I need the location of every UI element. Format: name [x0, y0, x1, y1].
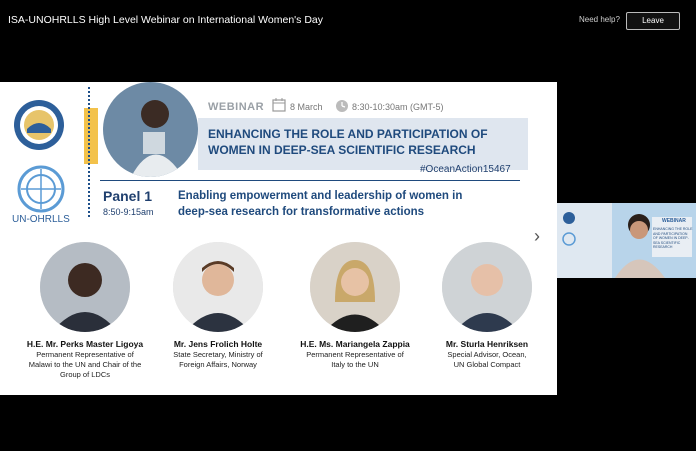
speaker-role-1: Permanent Representative of Malawi to th… [12, 350, 158, 380]
speaker-role-4: Special Advisor, Ocean, UN Global Compac… [432, 350, 542, 370]
speaker-role-2-line-2: Foreign Affairs, Norway [179, 360, 257, 369]
speaker-role-1-line-3: Group of LDCs [59, 370, 111, 379]
speaker-name-4: Mr. Sturla Henriksen [445, 339, 529, 349]
hashtag: #OceanAction15467 [420, 164, 511, 175]
subtitle-line-1: Enabling empowerment and leadership of w… [178, 190, 463, 202]
speaker-photo-3 [310, 242, 400, 332]
slide-headline: ENHANCING THE ROLE AND PARTICIPATION OF … [208, 126, 488, 158]
panel-label: Panel 1 [103, 188, 153, 204]
speaker-name-1: H.E. Mr. Perks Master Ligoya [26, 339, 144, 349]
panel-subtitle: Enabling empowerment and leadership of w… [178, 188, 462, 220]
webinar-time: 8:30-10:30am (GMT-5) [352, 102, 444, 112]
separator-line [100, 180, 520, 181]
leave-button[interactable]: Leave [626, 12, 680, 30]
yellow-accent-bar [84, 108, 98, 164]
subtitle-line-2: deep-sea research for transformative act… [178, 206, 425, 218]
panel-time: 8:50-9:15am [103, 207, 154, 217]
window-title: ISA-UNOHRLLS High Level Webinar on Inter… [8, 14, 324, 26]
clock-icon [336, 100, 348, 112]
headline-line-2: WOMEN IN DEEP-SEA SCIENTIFIC RESEARCH [208, 143, 476, 157]
speaker-role-4-line-2: UN Global Compact [453, 360, 521, 369]
speaker-name-2: Mr. Jens Frolich Holte [173, 339, 263, 349]
speaker-role-3-line-1: Permanent Representative of [306, 350, 404, 359]
speaker-role-4-line-1: Special Advisor, Ocean, [447, 350, 527, 359]
un-ohrlls-label: UN-OHRLLS [12, 214, 70, 225]
top-bar: ISA-UNOHRLLS High Level Webinar on Inter… [0, 0, 696, 44]
speaker-role-1-line-2: Malawi to the UN and Chair of the [28, 360, 142, 369]
webinar-label: WEBINAR [208, 101, 265, 113]
headline-line-1: ENHANCING THE ROLE AND PARTICIPATION OF [208, 127, 488, 141]
dotted-divider [88, 87, 90, 217]
speaker-photo-4 [442, 242, 532, 332]
un-logo-icon [17, 165, 65, 213]
isa-logo-icon [14, 100, 64, 150]
speaker-photo-1 [40, 242, 130, 332]
video-slide-text: ENHANCING THE ROLE AND PARTICIPATION OF … [653, 227, 693, 249]
help-link[interactable]: Need help? [579, 15, 620, 24]
chevron-right-icon[interactable]: › [534, 226, 540, 247]
speaker-photo-2 [173, 242, 263, 332]
calendar-icon [272, 98, 286, 112]
webinar-date: 8 March [290, 102, 323, 112]
shared-slide: UN-OHRLLS WEBINAR 8 March 8:30-10:30am (… [0, 82, 557, 395]
speaker-role-3: Permanent Representative of Italy to the… [290, 350, 420, 370]
speaker-role-2-line-1: State Secretary, Ministry of [173, 350, 263, 359]
researcher-photo [103, 82, 198, 177]
speaker-name-3: H.E. Ms. Mariangela Zappia [300, 339, 410, 349]
speaker-role-3-line-2: Italy to the UN [331, 360, 379, 369]
speaker-role-1-line-1: Permanent Representative of [36, 350, 134, 359]
speaker-role-2: State Secretary, Ministry of Foreign Aff… [158, 350, 278, 370]
participant-video[interactable]: WEBINAR ENHANCING THE ROLE AND PARTICIPA… [557, 203, 696, 278]
video-webinar-badge: WEBINAR [662, 218, 686, 224]
